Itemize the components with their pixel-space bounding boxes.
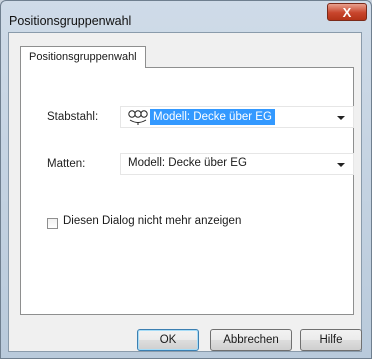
dont-show-label[interactable]: Diesen Dialog nicht mehr anzeigen xyxy=(63,215,241,227)
cancel-button[interactable]: Abbrechen xyxy=(210,329,292,351)
help-button[interactable]: Hilfe xyxy=(300,329,362,351)
tab-positionsgruppenwahl[interactable]: Positionsgruppenwahl xyxy=(20,46,146,68)
close-icon: X xyxy=(342,4,352,20)
window-title: Positionsgruppenwahl xyxy=(9,14,132,28)
chevron-down-icon[interactable] xyxy=(337,116,345,120)
matten-label: Matten: xyxy=(47,158,86,170)
ok-button[interactable]: OK xyxy=(137,329,199,351)
tab-panel xyxy=(20,67,354,315)
close-button[interactable]: X xyxy=(327,3,367,21)
stabstahl-label: Stabstahl: xyxy=(47,111,99,123)
dont-show-checkbox[interactable] xyxy=(47,218,58,229)
stabstahl-dropdown[interactable]: Modell: Decke über EG xyxy=(120,106,354,128)
matten-dropdown[interactable]: Modell: Decke über EG xyxy=(120,153,354,175)
position-group-icon xyxy=(128,110,148,125)
stabstahl-selected-value: Modell: Decke über EG xyxy=(150,109,275,125)
matten-selected-value: Modell: Decke über EG xyxy=(128,157,247,169)
chevron-down-icon[interactable] xyxy=(337,163,345,167)
